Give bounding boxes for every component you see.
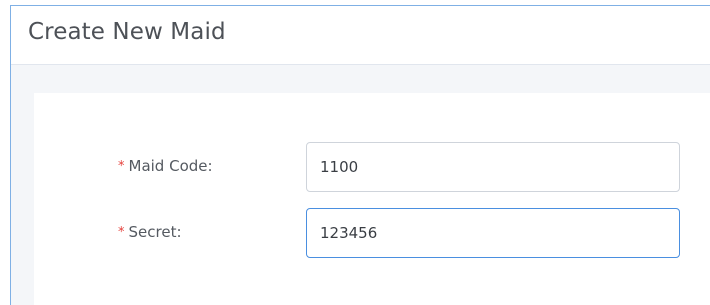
secret-input[interactable] — [306, 208, 680, 258]
secret-label-group: * Secret: — [118, 222, 182, 242]
dialog-title: Create New Maid — [28, 19, 226, 45]
create-maid-dialog: Create New Maid *Maid Code: *Secret: — [10, 5, 710, 305]
secret-label: Secret: — [128, 223, 182, 241]
required-asterisk: * — [118, 159, 125, 174]
maid-code-input[interactable] — [306, 142, 680, 192]
maid-code-label-group: * Maid Code: — [118, 156, 213, 176]
dialog-header: Create New Maid — [11, 6, 710, 65]
secret-row: * Secret: — [34, 208, 710, 258]
form-panel: *Maid Code: *Secret: — [34, 93, 710, 305]
maid-code-label: Maid Code: — [128, 157, 213, 175]
maid-code-row: * Maid Code: — [34, 142, 710, 192]
required-asterisk: * — [118, 225, 125, 240]
